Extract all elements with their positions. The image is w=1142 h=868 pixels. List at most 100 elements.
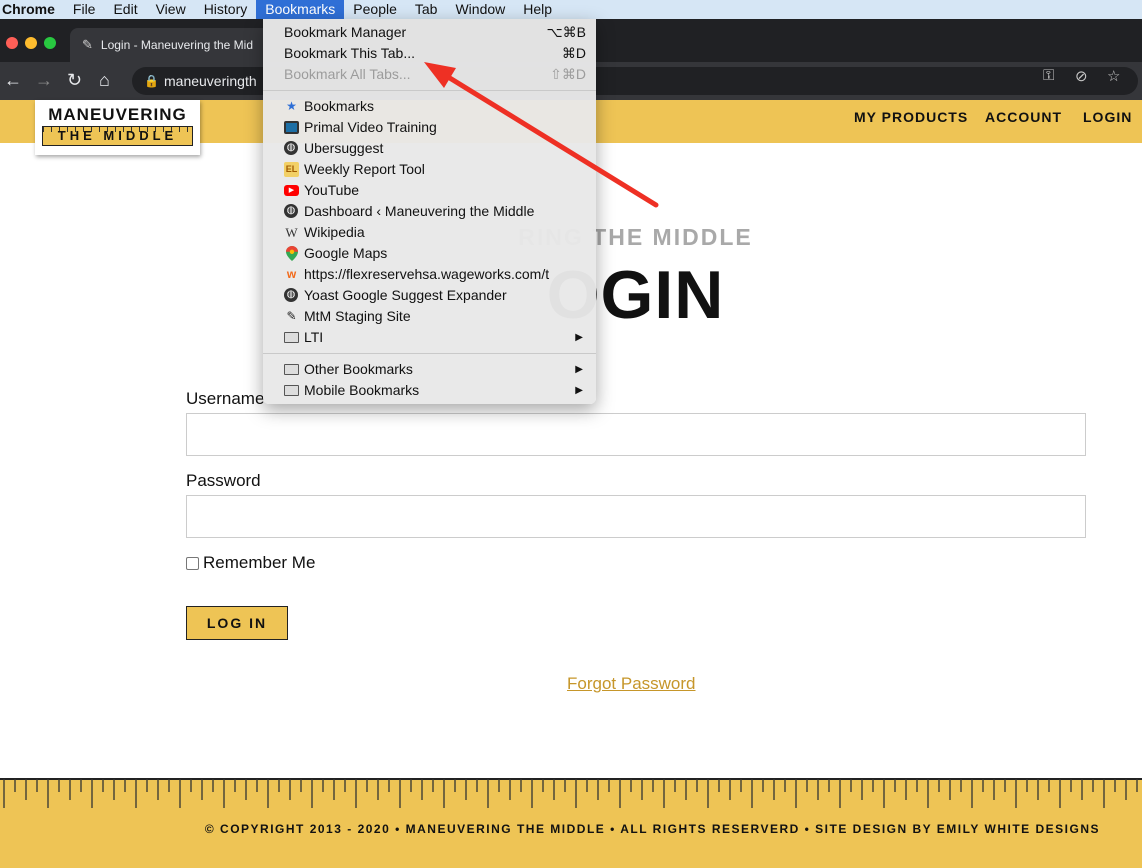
reload-icon[interactable]: ↻ xyxy=(67,70,82,90)
remember-me: Remember Me xyxy=(186,553,315,573)
bookmark-item-yoast[interactable]: ◍ Yoast Google Suggest Expander xyxy=(263,285,596,306)
menu-item-label: Bookmark All Tabs... xyxy=(284,66,411,82)
nav-login[interactable]: LOGIN xyxy=(1083,100,1132,143)
menu-item-label: Yoast Google Suggest Expander xyxy=(304,287,507,303)
menu-view[interactable]: View xyxy=(147,0,195,19)
bookmark-item-bookmarks[interactable]: ★ Bookmarks xyxy=(263,96,596,117)
submenu-arrow-icon: ▶ xyxy=(575,385,583,396)
forward-icon[interactable]: → xyxy=(35,70,53,90)
menu-shortcut: ⇧⌘D xyxy=(550,66,586,82)
folder-icon xyxy=(284,383,299,398)
browser-tab[interactable]: ✎ Login - Maneuvering the Mid xyxy=(70,28,270,62)
menu-item-label: Other Bookmarks xyxy=(304,361,413,377)
wageworks-icon: w xyxy=(286,267,297,281)
key-icon[interactable]: ⚿ xyxy=(1043,67,1054,84)
menu-shortcut: ⌘D xyxy=(561,45,586,61)
bookmark-folder-lti[interactable]: LTI ▶ xyxy=(263,327,596,348)
bookmark-item-ubersuggest[interactable]: ◍ Ubersuggest xyxy=(263,138,596,159)
globe-icon: ◍ xyxy=(284,204,299,219)
menu-item-label: Bookmark Manager xyxy=(284,24,407,40)
bookmark-this-tab-item[interactable]: Bookmark This Tab... ⌘D xyxy=(263,43,596,64)
pencil-icon: ✎ xyxy=(82,37,93,52)
ruler-decoration xyxy=(0,778,1142,808)
menu-separator xyxy=(263,353,596,354)
username-label: Username xyxy=(186,389,265,408)
folder-icon xyxy=(284,330,299,345)
menu-item-label: Wikipedia xyxy=(304,224,365,240)
bookmark-item-wikipedia[interactable]: W Wikipedia xyxy=(263,222,596,243)
username-input[interactable] xyxy=(186,413,1086,456)
forgot-password-link[interactable]: Forgot Password xyxy=(567,674,696,694)
nav-account[interactable]: ACCOUNT xyxy=(985,100,1062,143)
bookmark-item-mtm-staging[interactable]: ✎ MtM Staging Site xyxy=(263,306,596,327)
menu-item-label: Mobile Bookmarks xyxy=(304,382,420,398)
menu-history[interactable]: History xyxy=(195,0,257,19)
menu-item-label: MtM Staging Site xyxy=(304,308,411,324)
menu-item-label: https://flexreservehsa.wageworks.com/t xyxy=(304,266,550,282)
menu-window[interactable]: Window xyxy=(446,0,514,19)
menu-file[interactable]: File xyxy=(64,0,105,19)
tab-title: Login - Maneuvering the Mid xyxy=(100,38,253,52)
menu-item-label: Weekly Report Tool xyxy=(304,161,425,177)
menu-item-label: Bookmark This Tab... xyxy=(284,45,415,61)
menu-item-label: Ubersuggest xyxy=(304,140,384,156)
logo-line1: MANEUVERING xyxy=(48,105,187,124)
menu-item-label: Dashboard ‹ Maneuvering the Middle xyxy=(304,203,535,219)
bookmark-item-dashboard[interactable]: ◍ Dashboard ‹ Maneuvering the Middle xyxy=(263,201,596,222)
globe-icon: ◍ xyxy=(284,141,299,156)
bookmark-item-primal-video[interactable]: Primal Video Training xyxy=(263,117,596,138)
remember-me-checkbox[interactable] xyxy=(186,556,199,570)
el-icon: EL xyxy=(284,162,299,177)
submenu-arrow-icon: ▶ xyxy=(575,332,583,343)
log-in-button[interactable]: LOG IN xyxy=(186,606,288,640)
star-icon: ★ xyxy=(286,99,297,113)
menu-help[interactable]: Help xyxy=(514,0,561,19)
bookmark-all-tabs-item: Bookmark All Tabs... ⇧⌘D xyxy=(263,64,596,85)
password-input[interactable] xyxy=(186,495,1086,538)
star-bookmark-icon[interactable]: ☆ xyxy=(1107,67,1120,85)
wikipedia-icon: W xyxy=(285,225,298,240)
folder-icon xyxy=(284,362,299,377)
site-logo[interactable]: MANEUVERING THE MIDDLE xyxy=(35,100,200,155)
menu-separator xyxy=(263,90,596,91)
menu-item-label: LTI xyxy=(304,329,324,345)
pencil-icon: ✎ xyxy=(286,309,297,323)
video-icon xyxy=(284,120,299,135)
menu-item-label: Google Maps xyxy=(304,245,388,261)
bookmark-item-google-maps[interactable]: Google Maps xyxy=(263,243,596,264)
bookmark-item-wageworks[interactable]: w https://flexreservehsa.wageworks.com/t xyxy=(263,264,596,285)
menu-chrome[interactable]: Chrome xyxy=(0,0,64,19)
remember-me-label: Remember Me xyxy=(203,553,316,572)
menu-item-label: YouTube xyxy=(304,182,360,198)
youtube-icon: ▶ xyxy=(284,183,299,198)
menu-tab[interactable]: Tab xyxy=(406,0,447,19)
bookmark-folder-other[interactable]: Other Bookmarks ▶ xyxy=(263,359,596,380)
zoom-window-button[interactable] xyxy=(44,37,56,49)
url-text: maneuveringth xyxy=(164,73,257,89)
bookmark-folder-mobile[interactable]: Mobile Bookmarks ▶ xyxy=(263,380,596,401)
eye-slash-icon[interactable]: ⊘ xyxy=(1075,67,1088,85)
logo-line2: THE MIDDLE xyxy=(42,126,193,146)
menu-people[interactable]: People xyxy=(344,0,406,19)
bookmarks-menu: Bookmark Manager ⌥⌘B Bookmark This Tab..… xyxy=(263,19,596,404)
copyright-text: © COPYRIGHT 2013 - 2020 • MANEUVERING TH… xyxy=(204,822,1100,836)
menu-item-label: Bookmarks xyxy=(304,98,375,114)
globe-icon: ◍ xyxy=(284,288,299,303)
submenu-arrow-icon: ▶ xyxy=(575,364,583,375)
bookmark-item-youtube[interactable]: ▶ YouTube xyxy=(263,180,596,201)
map-pin-icon xyxy=(284,246,299,261)
menu-edit[interactable]: Edit xyxy=(104,0,146,19)
back-icon[interactable]: ← xyxy=(4,70,22,90)
bookmark-manager-item[interactable]: Bookmark Manager ⌥⌘B xyxy=(263,22,596,43)
menu-item-label: Primal Video Training xyxy=(304,119,437,135)
home-icon[interactable]: ⌂ xyxy=(99,70,110,90)
lock-icon: 🔒 xyxy=(144,74,159,88)
menu-bookmarks[interactable]: Bookmarks xyxy=(256,0,345,19)
menu-shortcut: ⌥⌘B xyxy=(546,24,586,40)
macos-menubar: Chrome File Edit View History Bookmarks … xyxy=(0,0,1142,19)
password-label: Password xyxy=(186,471,261,490)
bookmark-item-weekly-report[interactable]: EL Weekly Report Tool xyxy=(263,159,596,180)
minimize-window-button[interactable] xyxy=(25,37,37,49)
close-window-button[interactable] xyxy=(6,37,18,49)
nav-my-products[interactable]: MY PRODUCTS xyxy=(854,100,968,143)
